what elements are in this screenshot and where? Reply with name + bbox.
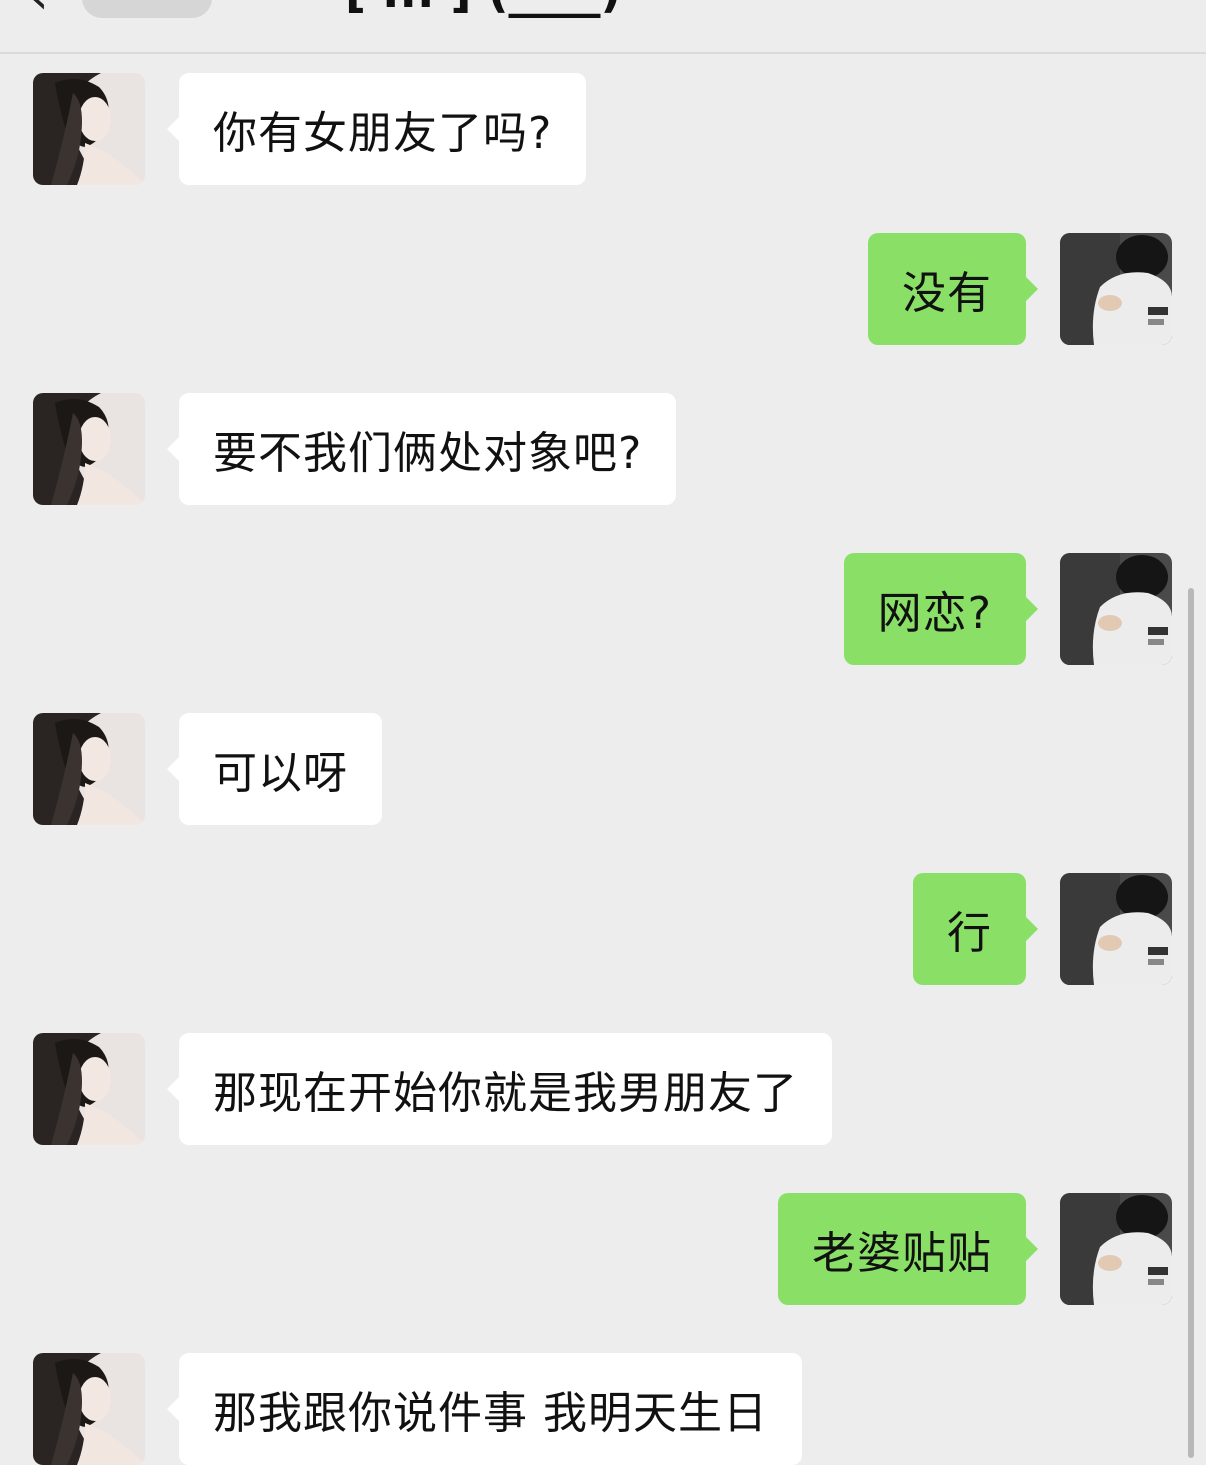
my-avatar[interactable] bbox=[1060, 873, 1172, 985]
message-bubble-incoming[interactable]: 那我跟你说件事 我明天生日 bbox=[167, 1353, 802, 1465]
message-text: 老婆贴贴 bbox=[812, 1228, 992, 1279]
message-text: 网恋? bbox=[877, 588, 992, 639]
message-bubble-incoming[interactable]: 要不我们俩处对象吧? bbox=[166, 393, 677, 505]
contact-avatar[interactable] bbox=[33, 713, 145, 825]
message-bubble-outgoing[interactable]: 网恋? bbox=[843, 553, 1039, 665]
message-bubble-incoming[interactable]: 可以呀 bbox=[167, 713, 382, 825]
message-text: 那现在开始你就是我男朋友了 bbox=[213, 1068, 798, 1119]
message-list[interactable]: 你有女朋友了吗? 没有 要不我们俩处对象吧? 网恋? 可以呀 行 那现在开始你就… bbox=[0, 52, 1206, 1465]
message-text: 可以呀 bbox=[213, 748, 348, 799]
contact-avatar[interactable] bbox=[33, 1033, 145, 1145]
my-avatar[interactable] bbox=[1060, 1193, 1172, 1305]
scrollbar[interactable] bbox=[1188, 588, 1194, 1458]
message-text: 行 bbox=[947, 908, 992, 959]
message-text: 没有 bbox=[902, 268, 992, 319]
chevron-left-icon[interactable]: ‹ bbox=[28, 0, 49, 22]
chat-header: ‹ [ ... ] (____) bbox=[0, 0, 1206, 54]
message-bubble-outgoing[interactable]: 没有 bbox=[868, 233, 1038, 345]
chat-title: [ ... ] (____) bbox=[345, 0, 622, 14]
message-bubble-incoming[interactable]: 那现在开始你就是我男朋友了 bbox=[167, 1033, 832, 1145]
message-bubble-outgoing[interactable]: 行 bbox=[913, 873, 1038, 985]
my-avatar[interactable] bbox=[1060, 233, 1172, 345]
my-avatar[interactable] bbox=[1060, 553, 1172, 665]
message-bubble-outgoing[interactable]: 老婆贴贴 bbox=[778, 1193, 1038, 1305]
message-text: 要不我们俩处对象吧? bbox=[213, 428, 643, 479]
message-bubble-incoming[interactable]: 你有女朋友了吗? bbox=[166, 73, 587, 185]
contact-avatar[interactable] bbox=[33, 1353, 145, 1465]
unread-count-pill[interactable] bbox=[82, 0, 212, 18]
message-text: 那我跟你说件事 我明天生日 bbox=[213, 1388, 768, 1439]
contact-avatar[interactable] bbox=[33, 73, 145, 185]
contact-avatar[interactable] bbox=[33, 393, 145, 505]
message-text: 你有女朋友了吗? bbox=[213, 108, 553, 159]
